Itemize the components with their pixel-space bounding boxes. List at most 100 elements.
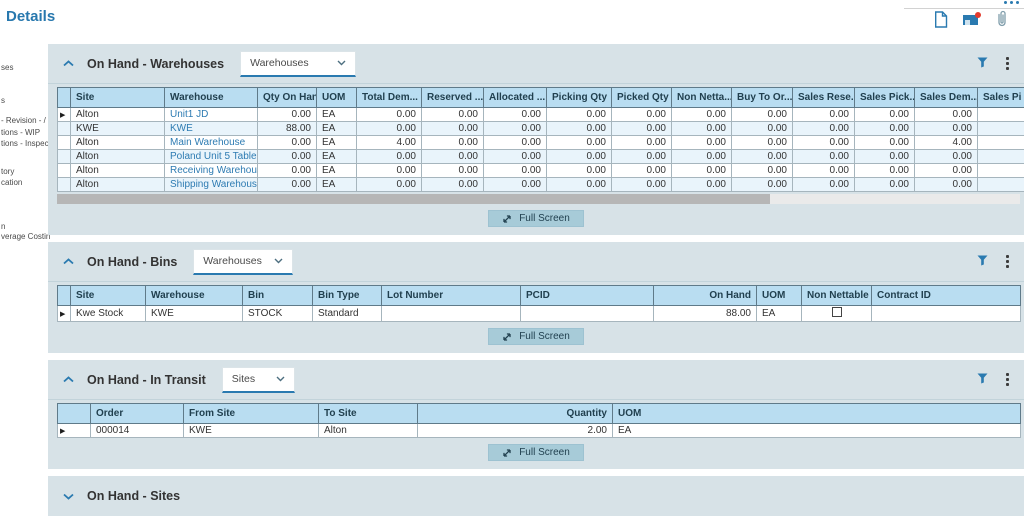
- cell-uom[interactable]: EA: [317, 122, 357, 136]
- bins-view-select[interactable]: Warehouses: [193, 249, 293, 275]
- column-header-bin-type[interactable]: Bin Type: [313, 286, 382, 306]
- column-header-quantity[interactable]: Quantity: [418, 404, 613, 424]
- cell-site[interactable]: Alton: [71, 150, 165, 164]
- cell-reserved[interactable]: 0.00: [422, 178, 484, 192]
- cell-picking-qty[interactable]: 0.00: [547, 122, 612, 136]
- cell-sales-pick[interactable]: 0.00: [855, 122, 915, 136]
- panel-menu-icon[interactable]: [1005, 372, 1010, 387]
- document-icon[interactable]: [934, 11, 948, 28]
- cell-allocated[interactable]: 0.00: [484, 136, 547, 150]
- cell-sales-pi[interactable]: [978, 178, 1024, 192]
- full-screen-button[interactable]: Full Screen: [488, 444, 584, 461]
- collapse-chevron-icon[interactable]: [63, 258, 74, 265]
- cell-picked-qty[interactable]: 0.00: [612, 164, 672, 178]
- sidebar-item[interactable]: - Revision - /: [1, 116, 46, 125]
- row-selector[interactable]: [58, 122, 71, 136]
- cell-buy-to-or[interactable]: 0.00: [732, 108, 793, 122]
- row-selector[interactable]: [58, 164, 71, 178]
- column-header-sales-dem[interactable]: Sales Dem...: [915, 88, 978, 108]
- sidebar-item[interactable]: verage Costin: [1, 232, 50, 241]
- panel-menu-icon[interactable]: [1005, 254, 1010, 269]
- row-selector[interactable]: ▶: [58, 306, 71, 322]
- cell-uom[interactable]: EA: [317, 164, 357, 178]
- column-header-picked-qty[interactable]: Picked Qty: [612, 88, 672, 108]
- sidebar-item[interactable]: tory: [1, 167, 14, 176]
- row-selector[interactable]: ▶: [58, 108, 71, 122]
- cell-sales-dem[interactable]: 0.00: [915, 178, 978, 192]
- cell-picked-qty[interactable]: 0.00: [612, 122, 672, 136]
- cell-picked-qty[interactable]: 0.00: [612, 108, 672, 122]
- cell-sales-pi[interactable]: [978, 164, 1024, 178]
- column-header-site[interactable]: Site: [71, 286, 146, 306]
- column-header-sales-pi[interactable]: Sales Pi: [978, 88, 1024, 108]
- cell-qty-on-hand[interactable]: 0.00: [258, 136, 317, 150]
- cell-reserved[interactable]: 0.00: [422, 122, 484, 136]
- sidebar-item[interactable]: n: [1, 222, 5, 231]
- column-header-lot-number[interactable]: Lot Number: [382, 286, 521, 306]
- row-selector[interactable]: ▶: [58, 424, 91, 438]
- card-notification-icon[interactable]: [963, 12, 981, 27]
- cell-picking-qty[interactable]: 0.00: [547, 136, 612, 150]
- sidebar-item[interactable]: tions - Inspec: [1, 139, 49, 148]
- cell-uom[interactable]: EA: [317, 150, 357, 164]
- full-screen-button[interactable]: Full Screen: [488, 328, 584, 345]
- cell-warehouse[interactable]: Unit1 JD: [165, 108, 258, 122]
- cell-buy-to-or[interactable]: 0.00: [732, 122, 793, 136]
- cell-allocated[interactable]: 0.00: [484, 178, 547, 192]
- cell-sales-pick[interactable]: 0.00: [855, 178, 915, 192]
- cell-sales-pick[interactable]: 0.00: [855, 136, 915, 150]
- cell-sales-rese[interactable]: 0.00: [793, 136, 855, 150]
- cell-to-site[interactable]: Alton: [319, 424, 418, 438]
- expand-chevron-icon[interactable]: [63, 493, 74, 500]
- cell-sales-pick[interactable]: 0.00: [855, 164, 915, 178]
- sidebar-item[interactable]: s: [1, 96, 5, 105]
- collapse-chevron-icon[interactable]: [63, 60, 74, 67]
- column-header-total-dem[interactable]: Total Dem...: [357, 88, 422, 108]
- column-header-contract-id[interactable]: Contract ID: [872, 286, 1021, 306]
- filter-icon[interactable]: [977, 55, 988, 73]
- cell-allocated[interactable]: 0.00: [484, 122, 547, 136]
- cell-picked-qty[interactable]: 0.00: [612, 150, 672, 164]
- cell-non-netta[interactable]: 0.00: [672, 164, 732, 178]
- cell-picked-qty[interactable]: 0.00: [612, 178, 672, 192]
- cell-qty-on-hand[interactable]: 0.00: [258, 108, 317, 122]
- cell-non-netta[interactable]: 0.00: [672, 136, 732, 150]
- cell-reserved[interactable]: 0.00: [422, 150, 484, 164]
- sidebar-item[interactable]: tions - WIP: [1, 128, 40, 137]
- filter-icon[interactable]: [977, 253, 988, 271]
- column-header-sales-pick[interactable]: Sales Pick...: [855, 88, 915, 108]
- cell-warehouse[interactable]: Receiving Warehouse: [165, 164, 258, 178]
- cell-non-netta[interactable]: 0.00: [672, 150, 732, 164]
- warehouses-view-select[interactable]: Warehouses: [240, 51, 356, 77]
- cell-sales-pi[interactable]: [978, 108, 1024, 122]
- cell-lot-number[interactable]: [382, 306, 521, 322]
- cell-picking-qty[interactable]: 0.00: [547, 108, 612, 122]
- column-header-non-netta[interactable]: Non Netta...: [672, 88, 732, 108]
- cell-sales-dem[interactable]: 0.00: [915, 108, 978, 122]
- column-header-warehouse[interactable]: Warehouse: [165, 88, 258, 108]
- collapse-chevron-icon[interactable]: [63, 376, 74, 383]
- column-header-allocated[interactable]: Allocated ...: [484, 88, 547, 108]
- row-selector[interactable]: [58, 136, 71, 150]
- filter-icon[interactable]: [977, 371, 988, 389]
- cell-bin-type[interactable]: Standard: [313, 306, 382, 322]
- cell-qty-on-hand[interactable]: 0.00: [258, 150, 317, 164]
- cell-non-nettable[interactable]: [802, 306, 872, 322]
- cell-pcid[interactable]: [521, 306, 654, 322]
- row-selector[interactable]: [58, 150, 71, 164]
- cell-sales-pick[interactable]: 0.00: [855, 150, 915, 164]
- cell-site[interactable]: Alton: [71, 136, 165, 150]
- column-header-non-nettable[interactable]: Non Nettable: [802, 286, 872, 306]
- overflow-menu-button[interactable]: [1004, 1, 1019, 4]
- cell-warehouse[interactable]: KWE: [165, 122, 258, 136]
- non-nettable-checkbox[interactable]: [832, 307, 842, 317]
- cell-non-netta[interactable]: 0.00: [672, 178, 732, 192]
- cell-site[interactable]: Kwe Stock: [71, 306, 146, 322]
- column-header-uom[interactable]: UOM: [317, 88, 357, 108]
- cell-uom[interactable]: EA: [317, 136, 357, 150]
- column-header-uom[interactable]: UOM: [613, 404, 1021, 424]
- column-header-bin[interactable]: Bin: [243, 286, 313, 306]
- column-header-pcid[interactable]: PCID: [521, 286, 654, 306]
- cell-total-dem[interactable]: 0.00: [357, 178, 422, 192]
- cell-warehouse[interactable]: Poland Unit 5 Table Lar: [165, 150, 258, 164]
